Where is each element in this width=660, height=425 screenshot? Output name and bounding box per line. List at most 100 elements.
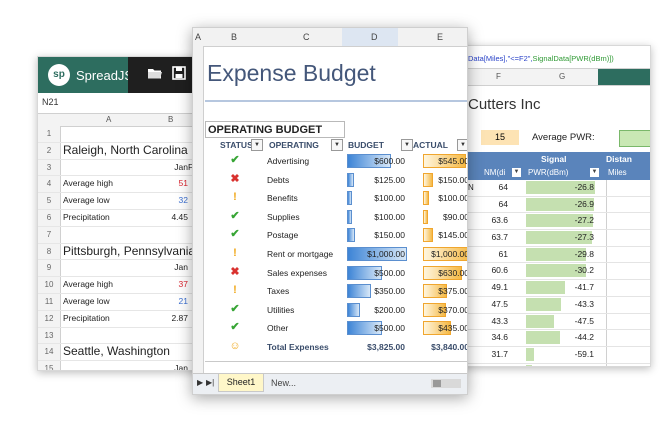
nm-cell[interactable]: 34.6 [468, 332, 508, 342]
formula-bar[interactable]: Data[Miles],"<=F2",SignalData[PWR(dBm)]) [468, 54, 614, 63]
category-cell[interactable]: Benefits [267, 193, 298, 203]
average-pwr-cell[interactable] [619, 130, 650, 147]
scroll-last-tab-icon[interactable]: ▶| [206, 378, 214, 387]
actual-cell[interactable]: $370.00 [423, 302, 467, 317]
row-number[interactable]: 5 [38, 193, 61, 209]
actual-cell[interactable]: $150.00 [423, 172, 467, 187]
category-cell[interactable]: Utilities [267, 305, 294, 315]
pwr-cell[interactable]: -26.8 [526, 181, 596, 194]
actual-cell[interactable]: $100.00 [423, 191, 467, 206]
col-header-f[interactable]: F [496, 72, 501, 81]
nm-cell[interactable]: 61 [468, 249, 508, 259]
cell-value[interactable]: 51 [148, 178, 188, 188]
category-cell[interactable]: Total Expenses [267, 342, 329, 352]
row-number[interactable]: 4 [38, 176, 61, 193]
row-number[interactable]: 9 [38, 260, 61, 277]
pwr-cell[interactable]: -27.2 [526, 214, 596, 228]
filter-dropdown-icon[interactable]: ▼ [512, 168, 521, 177]
col-header-d[interactable]: D [371, 32, 378, 42]
nm-cell[interactable]: 49.1 [468, 282, 508, 292]
row-number[interactable]: 1 [38, 126, 61, 142]
actual-cell[interactable]: $145.00 [423, 228, 467, 243]
actual-cell[interactable]: $1,000.00 [423, 246, 467, 261]
cell-label[interactable]: Precipitation [63, 313, 110, 323]
col-header-a[interactable]: A [195, 32, 201, 42]
col-header-a[interactable]: A [106, 115, 111, 124]
cell-label[interactable]: Precipitation [63, 212, 110, 222]
nm-cell[interactable]: 43.3 [468, 316, 508, 326]
category-cell[interactable]: Debts [267, 175, 289, 185]
col-header-b[interactable]: B [168, 115, 173, 124]
row-number[interactable]: 6 [38, 209, 61, 226]
row-number[interactable]: 14 [38, 344, 61, 361]
pwr-cell[interactable]: -59.1 [526, 347, 596, 361]
cell-label[interactable]: Average high [63, 178, 113, 188]
filter-dropdown-icon[interactable]: ▼ [251, 139, 263, 151]
nm-cell[interactable]: 47.5 [468, 299, 508, 309]
row-number[interactable]: 8 [38, 243, 61, 260]
actual-cell[interactable]: $3,840.00 [423, 340, 467, 354]
cell-value[interactable]: Jan [148, 162, 188, 172]
pwr-cell[interactable]: -27.3 [526, 231, 596, 245]
pwr-cell[interactable]: -29.8 [526, 247, 596, 261]
budget-cell[interactable]: $350.00 [347, 284, 407, 299]
sheet-tab-sheet1[interactable]: Sheet1 [218, 374, 264, 392]
pwr-cell[interactable]: -61.2 [526, 364, 596, 366]
cell-label[interactable]: Raleigh, North Carolina [63, 143, 188, 157]
row-number[interactable]: 10 [38, 277, 61, 293]
row-number[interactable]: 11 [38, 293, 61, 310]
new-sheet-tab[interactable]: New... [271, 378, 296, 388]
actual-cell[interactable]: $435.00 [423, 321, 467, 336]
budget-cell[interactable]: $125.00 [347, 172, 407, 187]
nm-cell[interactable]: 31.7 [468, 349, 508, 359]
budget-cell[interactable]: $500.00 [347, 321, 407, 336]
row-number[interactable]: 13 [38, 327, 61, 344]
category-cell[interactable]: Other [267, 323, 288, 333]
budget-cell[interactable]: $100.00 [347, 191, 407, 206]
category-cell[interactable]: Advertising [267, 156, 309, 166]
cell-value[interactable]: Jan [148, 363, 188, 370]
col-header-e[interactable]: E [437, 32, 443, 42]
horizontal-scrollbar[interactable] [431, 379, 461, 388]
cell-value[interactable]: 37 [148, 279, 188, 289]
actual-cell[interactable]: $90.00 [423, 209, 467, 224]
filter-dropdown-icon[interactable]: ▼ [590, 168, 599, 177]
cell-value[interactable]: 21 [148, 296, 188, 306]
col-header-c[interactable]: C [303, 32, 310, 42]
cell-label[interactable]: Average low [63, 296, 110, 306]
pwr-cell[interactable]: -43.3 [526, 297, 596, 311]
category-cell[interactable]: Postage [267, 230, 298, 240]
budget-cell[interactable]: $200.00 [347, 302, 407, 317]
filter-dropdown-icon[interactable]: ▼ [457, 139, 467, 151]
nm-cell[interactable]: 64 [468, 199, 508, 209]
budget-cell[interactable]: $3,825.00 [347, 340, 407, 354]
cell-value[interactable]: Jan [148, 262, 188, 272]
nm-cell[interactable]: 63.7 [468, 232, 508, 242]
pwr-cell[interactable]: -26.9 [526, 197, 596, 211]
pwr-cell[interactable]: -30.2 [526, 264, 596, 278]
category-cell[interactable]: Sales expenses [267, 268, 327, 278]
filter-dropdown-icon[interactable]: ▼ [331, 139, 343, 151]
cell-label[interactable]: Pittsburgh, Pennsylvania [63, 244, 195, 258]
budget-cell[interactable]: $150.00 [347, 228, 407, 243]
budget-cell[interactable]: $500.00 [347, 265, 407, 280]
scroll-next-tab-icon[interactable]: ▶ [197, 378, 203, 387]
cell-label[interactable]: Average low [63, 195, 110, 205]
budget-cell[interactable]: $100.00 [347, 209, 407, 224]
pwr-cell[interactable]: -47.5 [526, 314, 596, 328]
category-cell[interactable]: Rent or mortgage [267, 249, 333, 259]
budget-cell[interactable]: $600.00 [347, 154, 407, 168]
scrollbar-thumb[interactable] [433, 380, 441, 387]
row-number[interactable]: 15 [38, 361, 61, 370]
cell-label[interactable]: Seattle, Washington [63, 344, 170, 358]
row-number[interactable]: 12 [38, 310, 61, 327]
cell-value[interactable]: 4.45 [148, 212, 188, 222]
nm-cell[interactable]: 60.6 [468, 265, 508, 275]
actual-cell[interactable]: $545.00 [423, 154, 467, 168]
save-icon[interactable] [170, 66, 188, 84]
row-number[interactable]: 3 [38, 159, 61, 176]
folder-open-icon[interactable] [146, 66, 164, 84]
nm-cell[interactable]: 63.6 [468, 215, 508, 225]
miles-input-cell[interactable]: 15 [481, 130, 519, 145]
budget-cell[interactable]: $1,000.00 [347, 246, 407, 261]
